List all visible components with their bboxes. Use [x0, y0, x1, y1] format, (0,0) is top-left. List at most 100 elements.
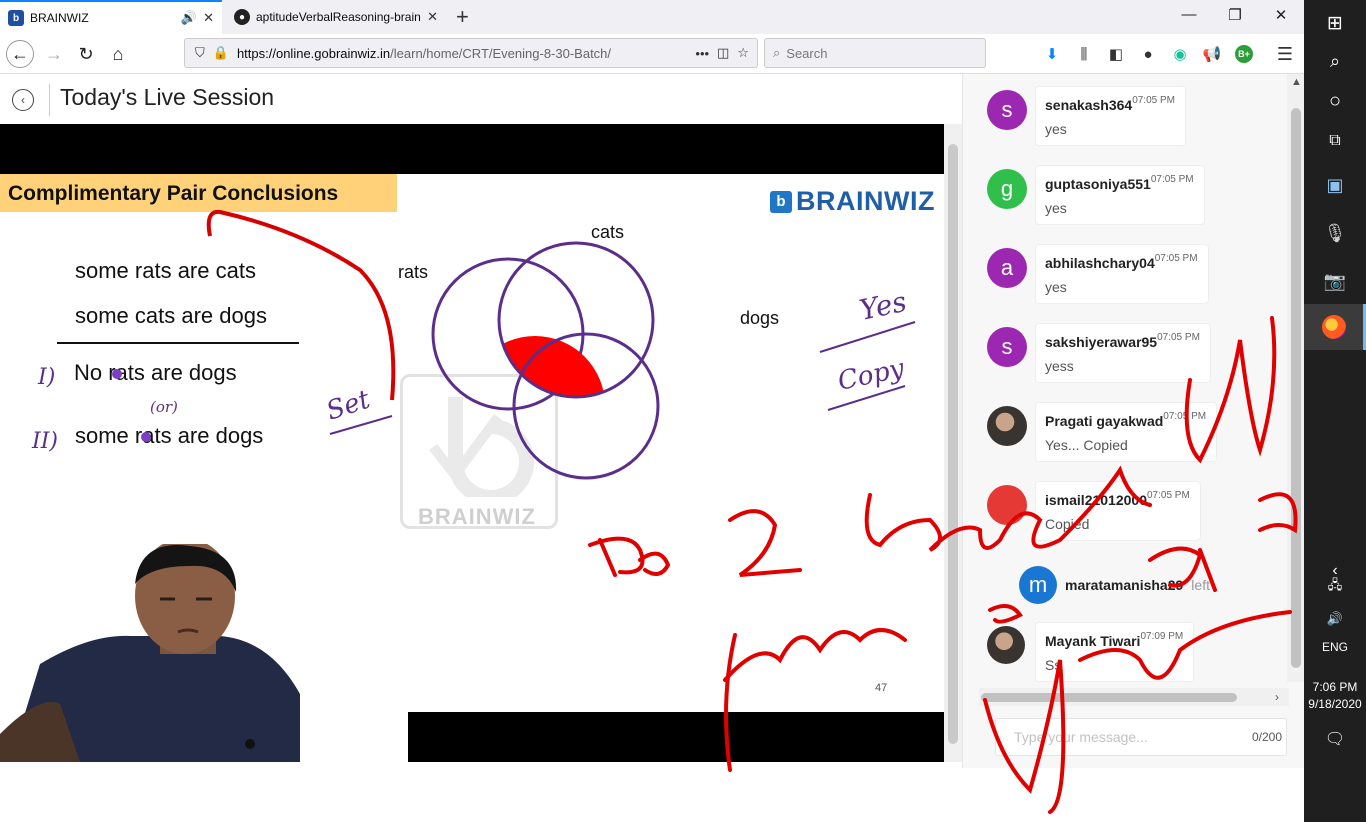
message-text: yes: [1045, 279, 1067, 295]
extension-icon[interactable]: B+: [1233, 43, 1255, 65]
download-icon[interactable]: ⬇: [1041, 43, 1063, 65]
page-scrollbar[interactable]: [944, 124, 962, 762]
message-username: senakash364: [1045, 97, 1133, 113]
volume-icon[interactable]: 🔊: [1304, 604, 1366, 634]
close-tab-icon[interactable]: ✕: [427, 9, 438, 25]
shield-icon[interactable]: ⛉: [195, 45, 205, 61]
tab-title: BRAINWIZ: [30, 11, 89, 25]
chat-horizontal-scrollbar-thumb[interactable]: [981, 693, 1237, 702]
browser-nav-bar: ← → ↻ ⌂ ⛉ 🔒 https://online.gobrainwiz.in…: [0, 34, 1304, 74]
avatar: m: [1019, 566, 1057, 604]
speaker-icon[interactable]: 🔊: [181, 10, 197, 26]
page-actions-icon[interactable]: •••: [695, 46, 709, 61]
reload-button[interactable]: ↻: [72, 40, 100, 68]
message-text: Copied: [1045, 516, 1090, 532]
message-text: Ss: [1045, 657, 1062, 673]
tab-aptitude[interactable]: ● aptitudeVerbalReasoning-brain ✕: [226, 0, 446, 34]
firefox-icon[interactable]: [1304, 304, 1366, 350]
header-divider: [49, 84, 50, 116]
clock-time: 7:06 PM: [1312, 680, 1358, 694]
pocket-icon[interactable]: ◫: [717, 45, 729, 61]
camera-app-icon[interactable]: 📷: [1304, 258, 1366, 304]
message-username: Pragati gayakwad: [1045, 413, 1164, 429]
message-bubble: sakshiyerawar9507:05 PM yess: [1035, 323, 1211, 383]
grammarly-icon[interactable]: ◉: [1169, 43, 1191, 65]
back-button[interactable]: ←: [6, 40, 34, 68]
message-username: guptasoniya551: [1045, 176, 1151, 192]
premise-divider: [57, 342, 299, 344]
message-time: 07:05 PM: [1132, 95, 1175, 106]
action-center-icon[interactable]: 🗨: [1304, 716, 1366, 762]
page-scrollbar-thumb[interactable]: [948, 144, 958, 744]
left-text: left: [1191, 577, 1210, 593]
language-indicator[interactable]: ENG: [1304, 640, 1366, 654]
message-text: yes: [1045, 121, 1067, 137]
minimize-button[interactable]: —: [1166, 6, 1212, 23]
char-counter: 0/200: [1251, 730, 1282, 744]
message-time: 07:05 PM: [1163, 411, 1207, 422]
back-arrow-icon[interactable]: ‹: [12, 89, 34, 111]
url-bar[interactable]: ⛉ 🔒 https://online.gobrainwiz.in/learn/h…: [184, 38, 758, 68]
forward-button[interactable]: →: [40, 40, 68, 68]
message-time: 07:05 PM: [1157, 332, 1200, 343]
scroll-right-arrow-icon[interactable]: ›: [1275, 690, 1279, 704]
browser-tab-bar: b BRAINWIZ 🔊 ✕ ● aptitudeVerbalReasoning…: [0, 0, 1304, 34]
message-bubble: Pragati gayakwad07:05 PM Yes... Copied: [1035, 402, 1218, 462]
presentation-slide: Complimentary Pair Conclusions some rats…: [0, 174, 944, 762]
message-username: abhilashchary04: [1045, 255, 1155, 271]
close-window-button[interactable]: ✕: [1258, 6, 1304, 24]
message-time: 07:05 PM: [1150, 174, 1194, 185]
menu-icon[interactable]: ☰: [1274, 43, 1296, 65]
firefox-logo-icon: [1321, 315, 1346, 339]
chat-message-list[interactable]: s senakash36407:05 PM yes g guptasoniya5…: [979, 74, 1289, 694]
system-clock[interactable]: 7:06 PM 9/18/2020: [1304, 679, 1366, 713]
brainwiz-favicon-icon: b: [8, 10, 24, 26]
avatar: [987, 626, 1025, 664]
conclusion-1: No rats are dogs: [74, 360, 237, 385]
new-tab-button[interactable]: +: [456, 4, 469, 30]
tab-title: aptitudeVerbalReasoning-brain: [256, 10, 421, 24]
url-host: https://online.gobrainwiz.in: [236, 45, 391, 61]
microphone-app-icon[interactable]: 🎙: [1304, 210, 1366, 256]
clock-date: 9/18/2020: [1308, 697, 1362, 711]
network-icon[interactable]: 🖧: [1304, 572, 1366, 602]
lock-icon[interactable]: 🔒: [213, 45, 229, 61]
message-username: ismail21012000: [1045, 492, 1147, 508]
message-time: 07:05 PM: [1154, 253, 1198, 264]
restore-button[interactable]: ❐: [1212, 6, 1258, 24]
search-bar[interactable]: ⌕ Search: [764, 38, 986, 68]
tab-brainwiz[interactable]: b BRAINWIZ 🔊 ✕: [0, 0, 222, 34]
avatar: a: [987, 248, 1027, 288]
library-icon[interactable]: ⫼: [1073, 43, 1095, 65]
video-player[interactable]: Complimentary Pair Conclusions some rats…: [0, 124, 944, 762]
task-view-icon[interactable]: ⧉: [1304, 118, 1366, 164]
avatar: s: [987, 327, 1027, 367]
message-bubble: Mayank Tiwari07:09 PM Ss: [1035, 622, 1195, 682]
message-bubble: ismail2101200007:05 PM Copied: [1035, 481, 1201, 541]
account-icon[interactable]: ●: [1137, 43, 1159, 65]
message-bubble: abhilashchary0407:05 PM yes: [1035, 244, 1209, 304]
venn-diagram: [431, 241, 660, 480]
message-time: 07:09 PM: [1140, 631, 1184, 642]
brand-mark: b: [770, 190, 792, 213]
close-tab-icon[interactable]: ✕: [203, 10, 214, 26]
slide-heading: Complimentary Pair Conclusions: [0, 174, 397, 212]
scroll-up-arrow-icon[interactable]: ▲: [1291, 76, 1302, 88]
windows-taskbar: ⊞ ⌕ ○ ⧉ ▣ 🎙 📷 ‹ 🖧 🔊 ENG 7:06 PM 9/18/202…: [1304, 0, 1366, 822]
premise-1: some rats are cats: [75, 258, 256, 283]
photos-app-icon[interactable]: ▣: [1304, 162, 1366, 208]
sidebar-icon[interactable]: ◧: [1105, 43, 1127, 65]
avatar: [987, 406, 1027, 446]
megaphone-icon[interactable]: 📢: [1201, 43, 1223, 65]
home-button[interactable]: ⌂: [104, 40, 132, 68]
premise-2: some cats are dogs: [75, 303, 267, 328]
message-input[interactable]: [996, 719, 1246, 755]
message-username: sakshiyerawar95: [1045, 334, 1158, 350]
message-time: 07:05 PM: [1146, 490, 1190, 501]
bookmark-star-icon[interactable]: ☆: [737, 45, 757, 61]
message-text: Yes... Copied: [1045, 437, 1128, 453]
user-left-notice: m maratamanisha29 left: [1019, 566, 1210, 604]
chat-vertical-scrollbar-thumb[interactable]: [1291, 108, 1301, 668]
message-username: Mayank Tiwari: [1045, 633, 1141, 649]
left-username: maratamanisha29: [1065, 577, 1184, 593]
